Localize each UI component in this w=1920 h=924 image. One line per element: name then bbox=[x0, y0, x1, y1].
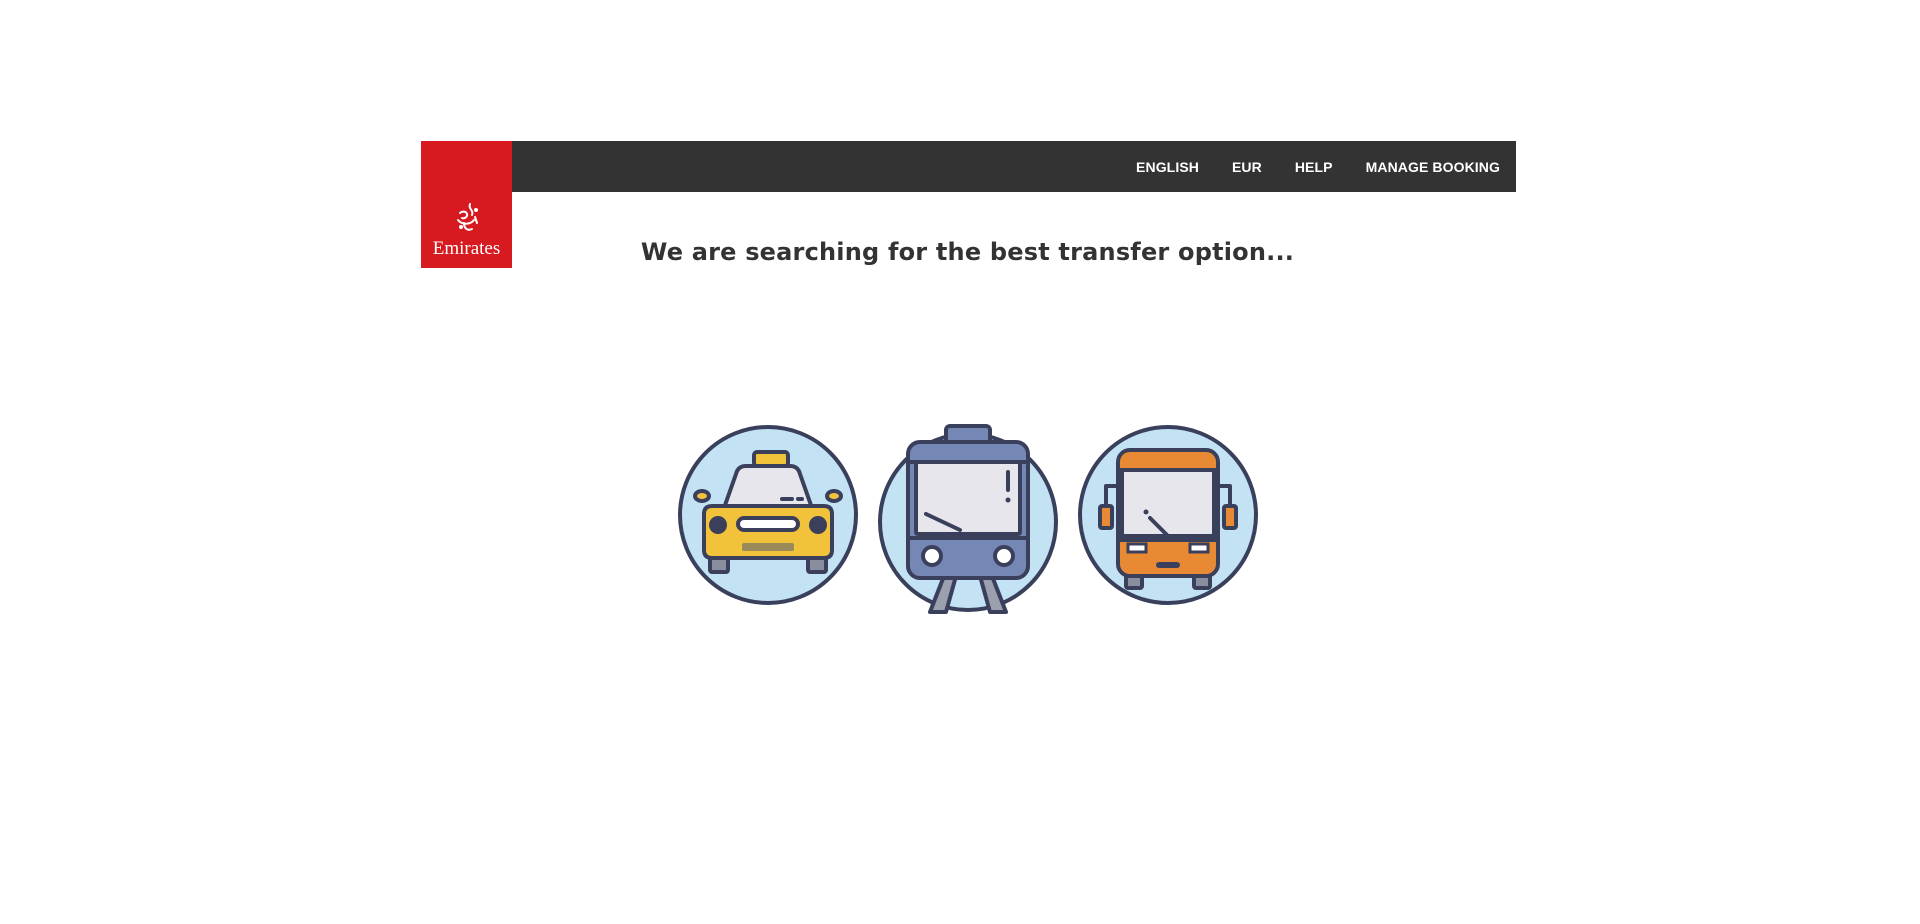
page: ENGLISH EUR HELP MANAGE BOOKING Emirates… bbox=[0, 0, 1920, 924]
nav-currency[interactable]: EUR bbox=[1232, 159, 1262, 175]
top-navigation-bar: ENGLISH EUR HELP MANAGE BOOKING bbox=[421, 141, 1516, 192]
emirates-calligraphy-icon bbox=[456, 203, 478, 231]
nav-menu: ENGLISH EUR HELP MANAGE BOOKING bbox=[1103, 159, 1516, 175]
nav-help[interactable]: HELP bbox=[1295, 159, 1333, 175]
taxi-icon bbox=[676, 422, 860, 613]
transfer-icons bbox=[0, 410, 1920, 630]
nav-language[interactable]: ENGLISH bbox=[1136, 159, 1199, 175]
bus-icon bbox=[1076, 422, 1260, 613]
tram-icon bbox=[876, 414, 1060, 619]
nav-manage-booking[interactable]: MANAGE BOOKING bbox=[1366, 159, 1500, 175]
page-title: We are searching for the best transfer o… bbox=[640, 238, 1295, 266]
